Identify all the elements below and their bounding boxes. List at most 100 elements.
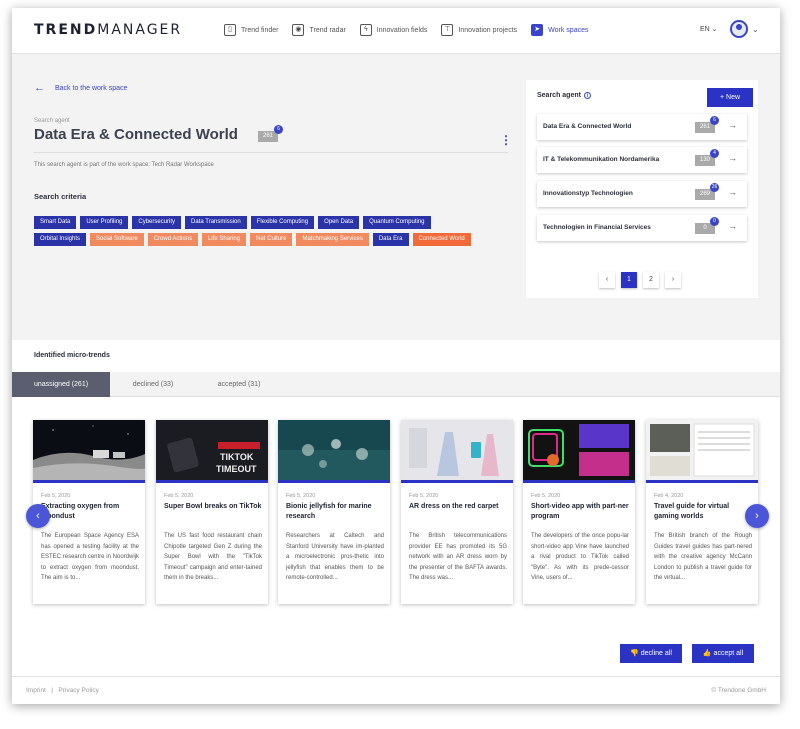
card-image: TIKTOK TIMEOUT <box>156 420 268 480</box>
search-agent-item[interactable]: Data Era & Connected World 261 6 → <box>537 114 747 140</box>
nav-trend-finder[interactable]: ▯ Trend finder <box>224 21 282 39</box>
card-text: The developers of the once popu-lar shor… <box>531 533 629 581</box>
send-icon: ➤ <box>531 24 544 36</box>
card-title: Extracting oxygen from moondust <box>41 503 120 520</box>
nav-work-spaces[interactable]: ➤ Work spaces <box>531 21 592 39</box>
projects-icon: ⊤ <box>441 24 454 36</box>
criteria-tag[interactable]: Matchmaking Services <box>296 233 369 246</box>
search-agent-item[interactable]: Innovationstyp Technologien 269 26 → <box>537 181 747 207</box>
criteria-tag[interactable]: Data Era <box>372 233 409 246</box>
carousel-next-button[interactable]: › <box>745 504 769 528</box>
card-text: The British telecommunications provider … <box>409 533 507 581</box>
nav-trend-radar[interactable]: ◉ Trend radar <box>292 21 349 39</box>
microtrend-card[interactable]: Feb 4, 2020 Travel guide for virtual gam… <box>646 420 758 604</box>
carousel-prev-button[interactable]: ‹ <box>26 504 50 528</box>
chevron-down-icon[interactable]: ⌄ <box>752 25 759 34</box>
microtrend-card[interactable]: TIKTOK TIMEOUT Feb 5, 2020 Super Bowl br… <box>156 420 268 604</box>
search-agent-label: Search agent <box>34 118 70 124</box>
criteria-tag[interactable]: Crowd Actions <box>147 233 199 246</box>
privacy-policy-link[interactable]: Privacy Policy <box>58 687 98 694</box>
agent-badge: 0 <box>710 217 719 226</box>
criteria-tag[interactable]: Net Culture <box>250 233 293 246</box>
agent-name: Technologien in Financial Services <box>543 224 651 231</box>
criteria-tag[interactable]: Quantum Computing <box>363 216 431 229</box>
page-2-button[interactable]: 2 <box>643 272 659 288</box>
accept-all-button[interactable]: 👍 accept all <box>692 644 754 663</box>
microtrend-card[interactable]: Feb 5, 2020 Bionic jellyfish for marine … <box>278 420 390 604</box>
criteria-tag[interactable]: Flexible Computing <box>250 216 315 229</box>
nav-innovation-projects[interactable]: ⊤ Innovation projects <box>441 21 521 39</box>
thumbs-down-icon: 👎 <box>630 650 641 657</box>
agent-badge: 26 <box>710 183 719 192</box>
language-selector[interactable]: EN ⌄ <box>700 25 718 33</box>
trendmanager-logo[interactable]: TRENDMANAGER <box>34 22 182 38</box>
more-options-icon[interactable]: ⋮ <box>500 133 512 147</box>
microtrend-card[interactable]: Feb 5, 2020 Short-video app with part-ne… <box>523 420 635 604</box>
chevron-left-icon: ‹ <box>36 510 40 522</box>
criteria-tag[interactable]: Orbital Insights <box>34 233 87 246</box>
footer: Imprint | Privacy Policy © Trendone GmbH <box>12 676 780 704</box>
trend-finder-icon: ▯ <box>224 24 236 36</box>
copyright: © Trendone GmbH <box>711 687 766 694</box>
top-navigation-bar: TRENDMANAGER ▯ Trend finder ◉ Trend radar … <box>12 8 780 54</box>
page-1-button[interactable]: 1 <box>621 272 637 288</box>
agent-name: Data Era & Connected World <box>543 123 632 130</box>
back-link[interactable]: ← Back to the work space <box>34 82 127 94</box>
new-search-agent-button[interactable]: + New <box>707 88 753 107</box>
new-count-badge: 6 <box>274 125 283 134</box>
criteria-tag[interactable]: Open Data <box>318 216 360 229</box>
card-date: Feb 5, 2020 <box>286 493 316 499</box>
panel-title: Search agent i <box>537 92 591 99</box>
card-image <box>646 420 758 480</box>
tab-accepted[interactable]: accepted (31) <box>196 372 282 397</box>
criteria-tag[interactable]: User Profiling <box>80 216 129 229</box>
info-icon[interactable]: i <box>583 92 591 99</box>
divider <box>34 152 508 153</box>
search-agent-panel: Search agent i + New Data Era & Connected… <box>526 80 758 298</box>
decline-all-button[interactable]: 👎 decline all <box>620 644 682 663</box>
main-nav: ▯ Trend finder ◉ Trend radar ϟ Innovation f… <box>224 21 593 39</box>
workspace-info: This search agent is part of the work sp… <box>34 162 214 168</box>
search-criteria-heading: Search criteria <box>34 192 87 201</box>
card-text: The European Space Agency ESA has opened… <box>41 533 139 581</box>
card-date: Feb 5, 2020 <box>409 493 439 499</box>
card-image <box>33 420 145 480</box>
pagination: ‹ 1 2 › <box>599 272 681 288</box>
agent-name: IT & Telekommunikation Nordamerika <box>543 156 660 163</box>
agent-name: Innovationstyp Technologien <box>543 190 633 197</box>
card-text: The British branch of the Rough Guides t… <box>654 533 752 581</box>
arrow-right-icon[interactable]: → <box>728 153 737 163</box>
criteria-tag[interactable]: Life Sharing <box>202 233 247 246</box>
microtrend-card[interactable]: Feb 5, 2020 Extracting oxygen from moond… <box>33 420 145 604</box>
card-title: Bionic jellyfish for marine research <box>286 503 372 520</box>
criteria-tag[interactable]: Cybersecurity <box>132 216 182 229</box>
microtrend-card[interactable]: Feb 5, 2020 AR dress on the red carpet T… <box>401 420 513 604</box>
agent-badge: 6 <box>710 116 719 125</box>
card-image <box>401 420 513 480</box>
imprint-link[interactable]: Imprint <box>26 687 46 694</box>
criteria-tag[interactable]: Connected World <box>412 233 471 246</box>
tab-declined[interactable]: declined (33) <box>110 372 196 397</box>
tab-unassigned[interactable]: unassigned (261) <box>12 372 110 397</box>
card-date: Feb 4, 2020 <box>654 493 684 499</box>
arrow-right-icon[interactable]: → <box>728 221 737 231</box>
user-avatar-icon[interactable] <box>730 20 748 38</box>
search-agent-item[interactable]: Technologien in Financial Services 0 0 → <box>537 215 747 241</box>
nav-innovation-fields[interactable]: ϟ Innovation fields <box>359 21 432 39</box>
card-title: AR dress on the red carpet <box>409 503 499 510</box>
svg-text:TIMEOUT: TIMEOUT <box>216 464 257 474</box>
criteria-tag[interactable]: Data Transmission <box>185 216 247 229</box>
criteria-tag[interactable]: Social Software <box>90 233 144 246</box>
card-date: Feb 5, 2020 <box>164 493 194 499</box>
next-page-button[interactable]: › <box>665 272 681 288</box>
criteria-tag[interactable]: Smart Data <box>34 216 77 229</box>
card-title: Short-video app with part-ner program <box>531 503 629 520</box>
arrow-right-icon[interactable]: → <box>728 187 737 197</box>
card-text: The US fast food restaurant chain Chipot… <box>164 533 262 581</box>
search-agent-item[interactable]: IT & Telekommunikation Nordamerika 130 4… <box>537 147 747 173</box>
microtrend-tabs: unassigned (261) declined (33) accepted … <box>12 372 780 397</box>
prev-page-button[interactable]: ‹ <box>599 272 615 288</box>
radar-icon: ◉ <box>292 24 305 36</box>
arrow-right-icon[interactable]: → <box>728 120 737 130</box>
lightning-icon: ϟ <box>359 24 372 36</box>
